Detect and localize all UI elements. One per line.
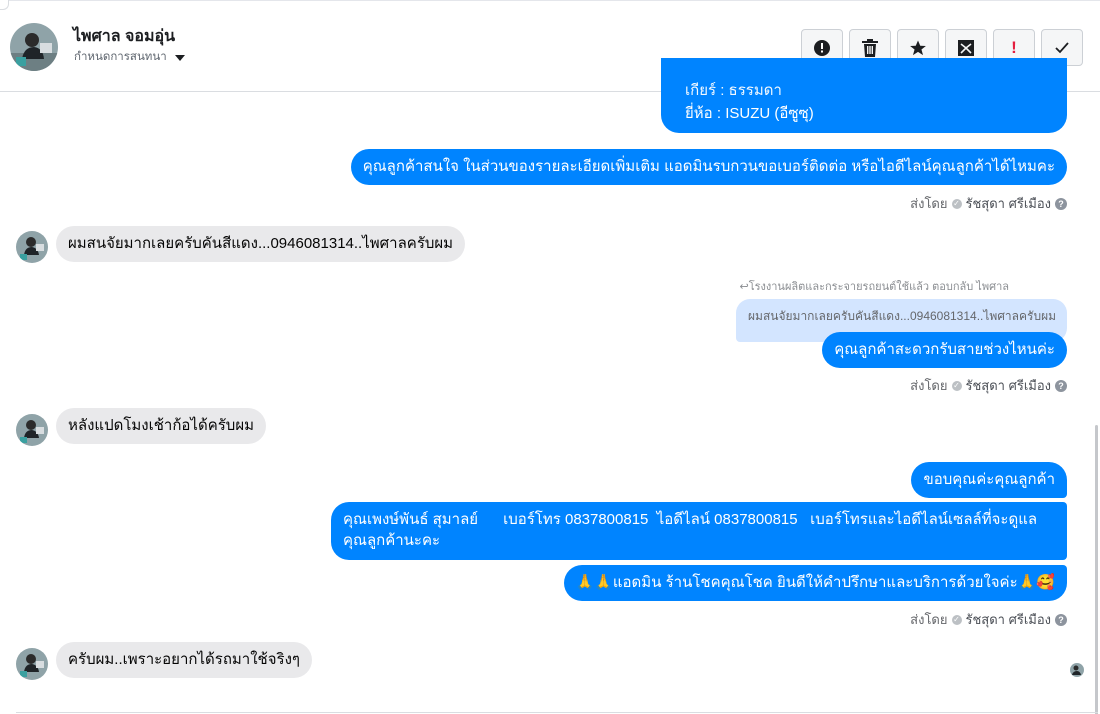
- exclamation-icon: !: [1011, 38, 1017, 57]
- reply-arrow-icon: ↩: [739, 281, 749, 293]
- message-line: เกียร์ : ธรรมดา: [685, 82, 782, 99]
- trash-icon: [862, 38, 878, 57]
- message-bubble-outgoing[interactable]: คุณลูกค้าสนใจ ในส่วนของรายละเอียดเพิ่มเต…: [350, 149, 1067, 185]
- contact-avatar[interactable]: [10, 23, 58, 71]
- sent-by-info: ส่งโดย ✓ รัชสุดา ศรีเมือง ?: [910, 609, 1067, 630]
- sent-by-info: ส่งโดย ✓ รัชสุดา ศรีเมือง ?: [910, 375, 1067, 396]
- star-icon: [910, 40, 926, 55]
- sent-by-label: ส่งโดย: [910, 196, 948, 211]
- message-line: คุณลูกค้านะคะ: [343, 532, 441, 549]
- sent-by-info: ส่งโดย ✓ รัชสุดา ศรีเมือง ?: [910, 193, 1067, 214]
- message-bubble-outgoing[interactable]: 🙏🙏แอดมิน ร้านโชคคุณโชค ยินดีให้คำปรึกษาแ…: [563, 565, 1067, 601]
- help-icon[interactable]: ?: [1055, 613, 1067, 626]
- composer-divider: [16, 712, 1098, 713]
- check-icon: ✓: [951, 380, 962, 391]
- sent-by-label: ส่งโดย: [910, 612, 948, 627]
- top-divider: [0, 0, 1100, 3]
- contact-name[interactable]: ไพศาล จอมอุ่น: [73, 24, 175, 49]
- check-icon: ✓: [951, 614, 962, 625]
- contact-avatar-small[interactable]: [16, 414, 48, 446]
- sent-by-label: ส่งโดย: [910, 378, 948, 393]
- help-icon[interactable]: ?: [1055, 379, 1067, 392]
- message-bubble-outgoing[interactable]: คุณเพงษ์พันธ์ สุมาลย์ เบอร์โทร 083780081…: [331, 502, 1067, 560]
- message-bubble-incoming[interactable]: ผมสนจัยมากเลยครับคันสีแดง...0946081314..…: [56, 226, 466, 262]
- panel-corner: [0, 0, 9, 10]
- conversation-settings-label: กำหนดการสนทนา: [74, 51, 167, 63]
- help-icon[interactable]: ?: [1055, 197, 1067, 210]
- message-bubble-outgoing[interactable]: คุณลูกค้าสะดวกรับสายช่วงไหนค่ะ: [822, 332, 1067, 368]
- checkmark-icon: [1055, 41, 1069, 53]
- message-line: ยี่ห้อ : ISUZU (อีซูซุ): [685, 105, 814, 122]
- reply-context-text: โรงงานผลิตและกระจายรถยนต์ใช้แล้ว ตอบกลับ…: [748, 281, 1009, 293]
- message-bubble-outgoing[interactable]: ขอบคุณค่ะคุณลูกค้า: [911, 462, 1067, 498]
- contact-avatar-small[interactable]: [16, 648, 48, 680]
- scrollbar[interactable]: [1095, 425, 1098, 714]
- conversation-settings-dropdown[interactable]: กำหนดการสนทนา: [74, 48, 185, 66]
- sent-by-agent[interactable]: รัชสุดา ศรีเมือง: [966, 193, 1052, 214]
- reply-context: ↩โรงงานผลิตและกระจายรถยนต์ใช้แล้ว ตอบกลั…: [739, 277, 1009, 295]
- alert-circle-icon: [814, 39, 830, 56]
- message-line: คุณเพงษ์พันธ์ สุมาลย์ เบอร์โทร 083780081…: [343, 511, 1038, 528]
- sent-by-agent[interactable]: รัชสุดา ศรีเมือง: [966, 609, 1052, 630]
- seen-indicator-avatar: [1070, 663, 1084, 677]
- message-bubble-outgoing[interactable]: เกียร์ : ธรรมดา ยี่ห้อ : ISUZU (อีซูซุ): [661, 58, 1067, 133]
- contact-avatar-small[interactable]: [16, 231, 48, 263]
- message-bubble-incoming[interactable]: หลังแปดโมงเช้าก้อได้ครับผม: [56, 408, 266, 444]
- message-bubble-incoming[interactable]: ครับผม..เพราะอยากได้รถมาใช้จริงๆ: [56, 642, 312, 678]
- sent-by-agent[interactable]: รัชสุดา ศรีเมือง: [966, 375, 1052, 396]
- archive-box-icon: [958, 39, 974, 56]
- caret-down-icon: [174, 54, 185, 61]
- check-icon: ✓: [951, 198, 962, 209]
